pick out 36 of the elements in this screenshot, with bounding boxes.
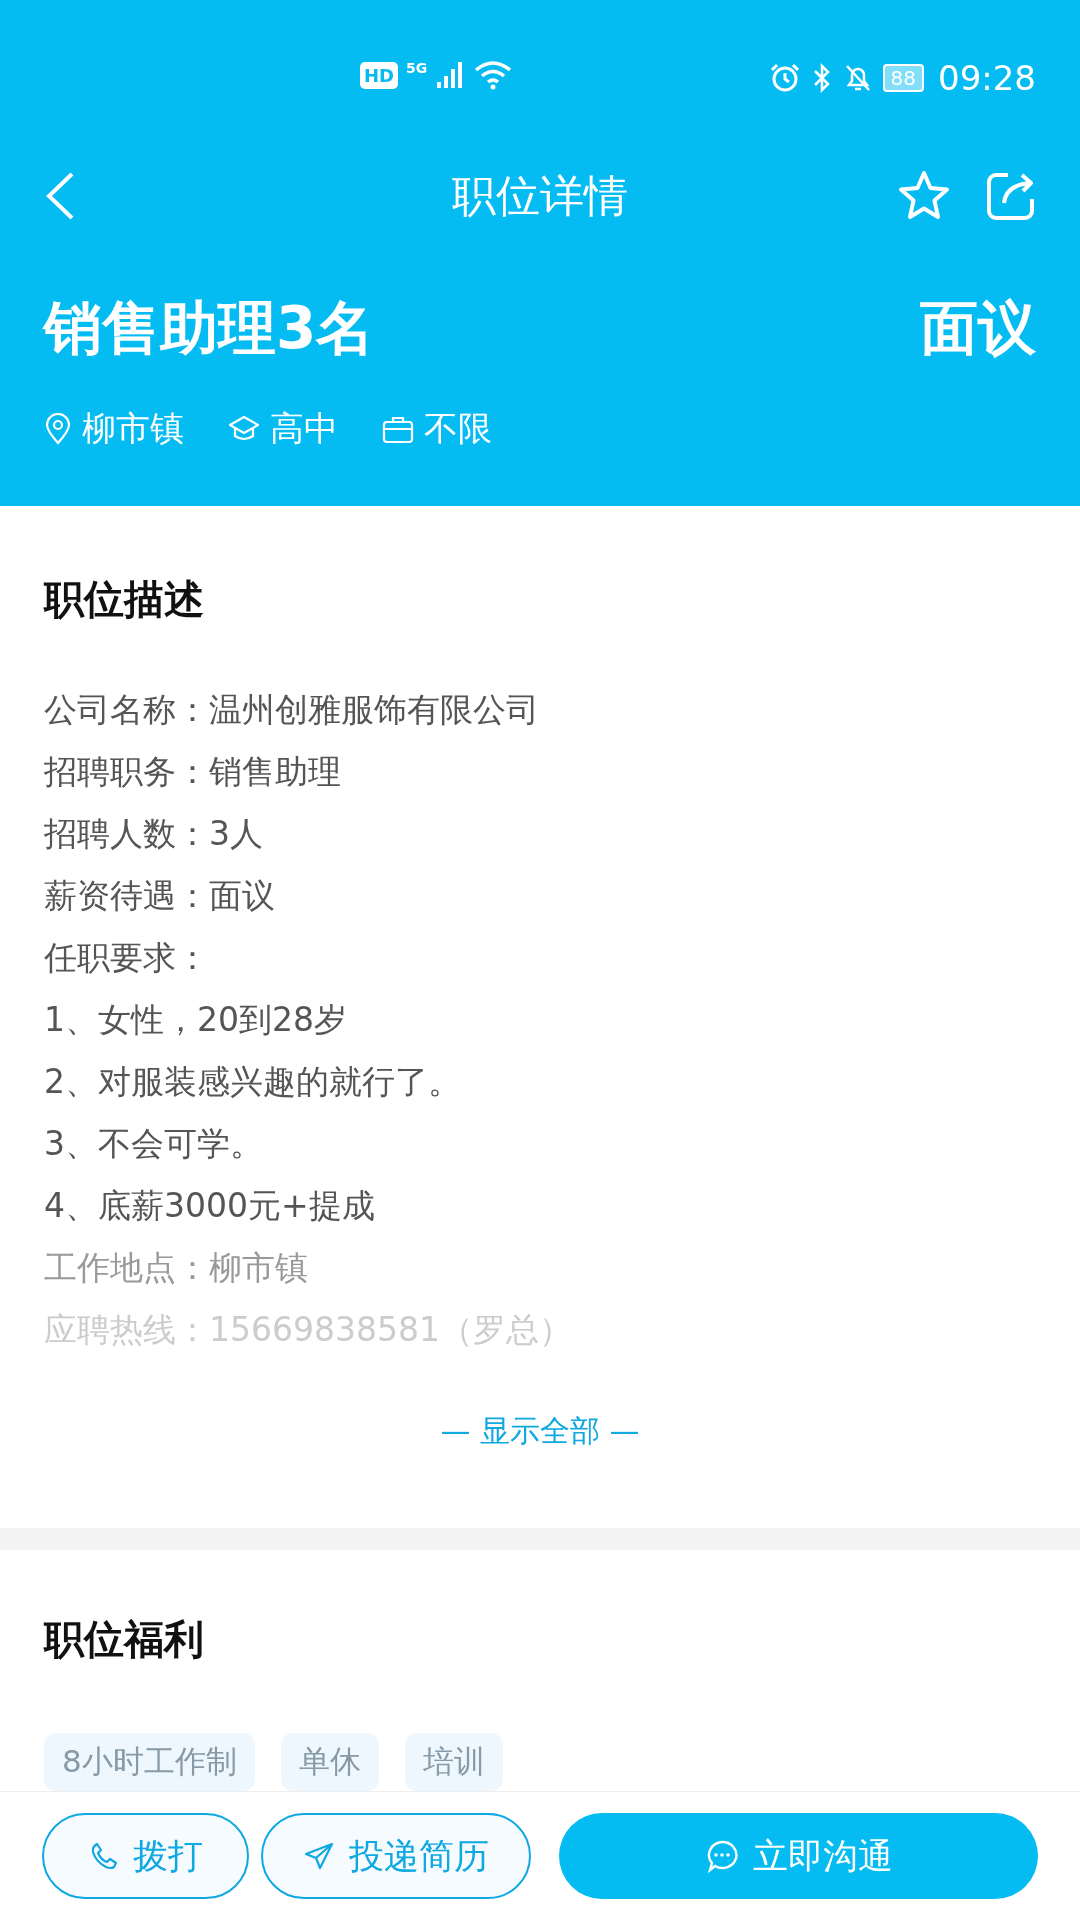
section-heading: 职位描述 xyxy=(44,575,205,624)
description-line: 工作地点：柳市镇 xyxy=(44,1247,309,1289)
briefcase-icon xyxy=(382,414,414,444)
show-all-link[interactable]: — 显示全部 — xyxy=(440,1411,640,1452)
location-pin-icon xyxy=(44,413,72,445)
description-line: 公司名称：温州创雅服饰有限公司 xyxy=(44,689,540,731)
description-line: 招聘职务：销售助理 xyxy=(44,751,342,793)
description-line: 2、对服装感兴趣的就行了。 xyxy=(44,1061,462,1103)
description-line: 薪资待遇：面议 xyxy=(44,875,276,917)
network-label: 5G xyxy=(406,60,428,76)
battery-indicator: 88 xyxy=(882,64,924,92)
benefit-tag: 8小时工作制 xyxy=(44,1733,255,1791)
wifi-icon xyxy=(473,60,514,90)
description-line: 4、底薪3000元+提成 xyxy=(44,1185,376,1227)
section-heading: 职位福利 xyxy=(44,1615,205,1664)
page-title: 职位详情 xyxy=(452,168,628,223)
benefit-tag: 单休 xyxy=(280,1733,379,1791)
send-resume-button[interactable]: 投递简历 xyxy=(261,1813,531,1899)
call-button[interactable]: 拨打 xyxy=(42,1813,249,1899)
benefit-tag: 培训 xyxy=(404,1733,503,1791)
status-time: 09:28 xyxy=(938,58,1036,98)
description-line: 招聘人数：3人 xyxy=(44,813,264,855)
alarm-icon xyxy=(768,62,801,94)
share-icon[interactable] xyxy=(986,171,1036,221)
description-line: 1、女性，20到28岁 xyxy=(44,999,348,1041)
back-icon[interactable] xyxy=(44,171,76,221)
hd-badge: HD xyxy=(360,61,398,89)
job-meta-label: 高中 xyxy=(270,407,338,450)
chat-button[interactable]: 立即沟通 xyxy=(559,1813,1038,1899)
description-line: 任职要求： xyxy=(44,937,210,979)
paper-plane-icon xyxy=(303,1841,335,1871)
job-meta-label: 不限 xyxy=(424,407,492,450)
description-line: 3、不会可学。 xyxy=(44,1123,264,1165)
job-meta-label: 柳市镇 xyxy=(82,407,184,450)
job-title: 销售助理3名 xyxy=(44,293,375,364)
salary: 面议 xyxy=(920,293,1036,364)
